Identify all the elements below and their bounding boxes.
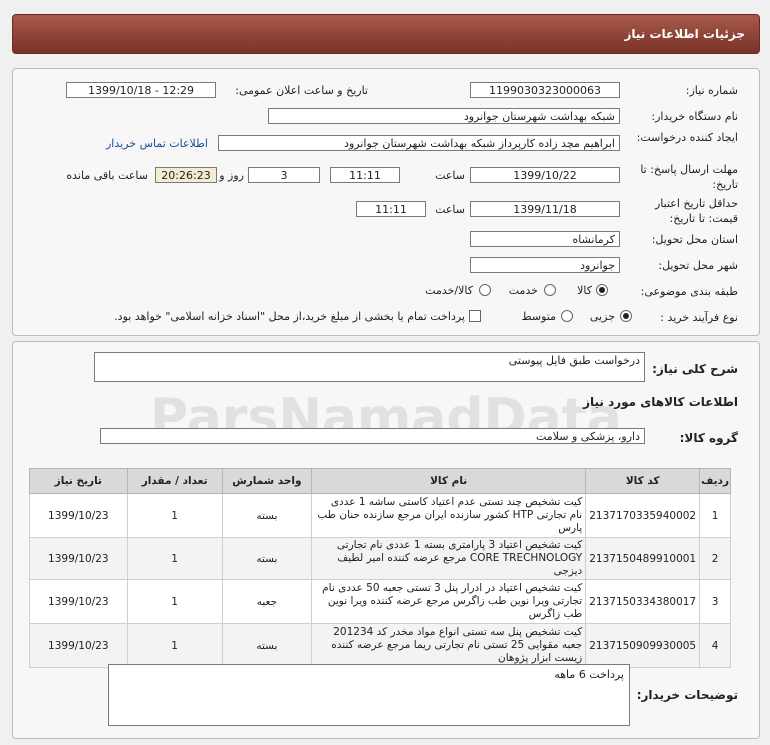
need-number-label: شماره نیاز: bbox=[685, 84, 738, 97]
table-row: 4 2137150909930005 کیت تشخیص پنل سه تستی… bbox=[29, 623, 731, 668]
remaining-label: ساعت باقی مانده bbox=[66, 169, 148, 182]
summary-label: شرح کلی نیاز: bbox=[652, 362, 738, 376]
page-header: جزئیات اطلاعات نیاز bbox=[12, 14, 760, 54]
category-label: طبقه بندی موضوعی: bbox=[640, 285, 738, 298]
province-label: استان محل تحویل: bbox=[651, 233, 738, 246]
buyer-notes-label: توضیحات خریدار: bbox=[636, 688, 738, 702]
cell-unit: جعبه bbox=[221, 579, 313, 624]
col-date: تاریخ نیاز bbox=[29, 468, 128, 494]
cell-date: 1399/10/23 bbox=[29, 579, 128, 624]
remaining-timer: 20:26:23 bbox=[155, 167, 217, 183]
col-row: ردیف bbox=[699, 468, 731, 494]
cell-unit: بسته bbox=[221, 537, 313, 580]
deadline-time-label: ساعت bbox=[435, 169, 465, 182]
table-row: 1 2137170335940002 کیت تشخیص چند تستی عد… bbox=[29, 493, 731, 538]
col-unit: واحد شمارش bbox=[221, 468, 313, 494]
cell-name: کیت تشخیص چند تستی عدم اعتیاد کاستی ساشه… bbox=[311, 493, 587, 538]
col-name: نام کالا bbox=[311, 468, 587, 494]
validity-time-label: ساعت bbox=[435, 203, 465, 216]
process-partial-radio[interactable] bbox=[620, 310, 632, 322]
cell-code: 2137150909930005 bbox=[585, 623, 701, 668]
cell-qty: 1 bbox=[126, 623, 223, 668]
days-field: 3 bbox=[248, 167, 320, 183]
category-both-radio[interactable] bbox=[479, 284, 491, 296]
deadline-time-field: 11:11 bbox=[330, 167, 400, 183]
goods-table: ردیف کد کالا نام کالا واحد شمارش تعداد /… bbox=[29, 468, 731, 668]
process-medium-label: متوسط bbox=[521, 310, 556, 323]
need-number-field: 1199030323000063 bbox=[470, 82, 620, 98]
goods-info-title: اطلاعات کالاهای مورد نیاز bbox=[583, 395, 738, 409]
cell-date: 1399/10/23 bbox=[29, 493, 128, 538]
cell-unit: بسته bbox=[221, 493, 313, 538]
cell-date: 1399/10/23 bbox=[29, 623, 128, 668]
deadline-date-field: 1399/10/22 bbox=[470, 167, 620, 183]
category-both-label: کالا/خدمت bbox=[425, 284, 473, 297]
process-medium-radio[interactable] bbox=[561, 310, 573, 322]
province-field: کرمانشاه bbox=[470, 231, 620, 247]
goods-group-field: دارو، پزشکی و سلامت bbox=[100, 428, 645, 444]
category-goods-radio[interactable] bbox=[596, 284, 608, 296]
cell-name: کیت تشخیص اعتیاد در ادرار پنل 3 تستی جعب… bbox=[311, 579, 587, 624]
process-label: نوع فرآیند خرید : bbox=[660, 311, 738, 324]
summary-field: درخواست طبق فایل پیوستی bbox=[94, 352, 645, 382]
table-row: 2 2137150489910001 کیت تشخیص اعتیاد 3 پا… bbox=[29, 537, 731, 580]
cell-code: 2137170335940002 bbox=[585, 493, 701, 538]
cell-code: 2137150489910001 bbox=[585, 537, 701, 580]
cell-row: 4 bbox=[699, 623, 731, 668]
cell-name: کیت تشخیص اعتیاد 3 پارامتری بسته 1 عددی … bbox=[311, 537, 587, 580]
city-label: شهر محل تحویل: bbox=[658, 259, 738, 272]
col-code: کد کالا bbox=[585, 468, 701, 494]
validity-date-field: 1399/11/18 bbox=[470, 201, 620, 217]
deadline-label: مهلت ارسال پاسخ: تا تاریخ: bbox=[640, 163, 738, 191]
category-service-label: خدمت bbox=[508, 284, 538, 297]
creator-label: ایجاد کننده درخواست: bbox=[636, 131, 738, 144]
treasury-payment-checkbox[interactable] bbox=[469, 310, 481, 322]
col-qty: تعداد / مقدار bbox=[126, 468, 223, 494]
cell-row: 2 bbox=[699, 537, 731, 580]
cell-qty: 1 bbox=[126, 537, 223, 580]
days-label: روز و bbox=[219, 169, 244, 182]
treasury-payment-note: پرداخت تمام یا بخشی از مبلغ خرید،از محل … bbox=[114, 310, 465, 323]
category-goods-label: کالا bbox=[577, 284, 592, 297]
cell-row: 3 bbox=[699, 579, 731, 624]
cell-name: کیت تشخیص پنل سه تستی انواع مواد مخدر کد… bbox=[311, 623, 587, 668]
buyer-org-label: نام دستگاه خریدار: bbox=[651, 110, 738, 123]
validity-time-field: 11:11 bbox=[356, 201, 426, 217]
category-service-radio[interactable] bbox=[544, 284, 556, 296]
cell-row: 1 bbox=[699, 493, 731, 538]
city-field: جوانرود bbox=[470, 257, 620, 273]
cell-unit: بسته bbox=[221, 623, 313, 668]
goods-table-header: ردیف کد کالا نام کالا واحد شمارش تعداد /… bbox=[29, 468, 731, 494]
announce-field: 1399/10/18 - 12:29 bbox=[66, 82, 216, 98]
goods-group-label: گروه کالا: bbox=[679, 431, 738, 445]
page-title: جزئیات اطلاعات نیاز bbox=[624, 27, 745, 41]
creator-field: ابراهیم مچد زاده کارپرداز شبکه بهداشت شه… bbox=[218, 135, 620, 151]
table-row: 3 2137150334380017 کیت تشخیص اعتیاد در ا… bbox=[29, 579, 731, 624]
cell-code: 2137150334380017 bbox=[585, 579, 701, 624]
validity-label: حداقل تاریخ اعتبار قیمت: تا تاریخ: bbox=[654, 197, 738, 225]
cell-qty: 1 bbox=[126, 493, 223, 538]
announce-label: تاریخ و ساعت اعلان عمومی: bbox=[235, 84, 368, 97]
buyer-org-field: شبکه بهداشت شهرستان جوانرود bbox=[268, 108, 620, 124]
process-partial-label: جزیی bbox=[589, 310, 615, 323]
cell-date: 1399/10/23 bbox=[29, 537, 128, 580]
buyer-notes-field: پرداخت 6 ماهه bbox=[108, 664, 630, 726]
contact-buyer-link[interactable]: اطلاعات تماس خریدار bbox=[106, 137, 208, 150]
cell-qty: 1 bbox=[126, 579, 223, 624]
